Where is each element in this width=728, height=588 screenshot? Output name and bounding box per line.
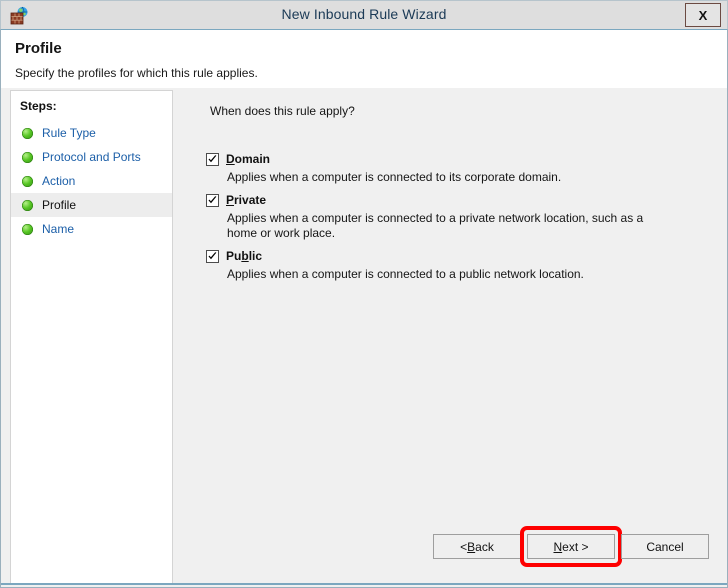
label-rest: rivate <box>234 193 266 207</box>
option-private-label: Private <box>226 193 266 207</box>
option-public: Public Applies when a computer is connec… <box>206 249 709 282</box>
title-bar: New Inbound Rule Wizard X <box>0 0 728 29</box>
btn-post: ack <box>475 540 494 554</box>
profile-options-group: Domain Applies when a computer is connec… <box>206 152 709 290</box>
next-button-wrapper: Next > <box>527 534 615 559</box>
label-rest: omain <box>235 152 270 166</box>
public-checkbox[interactable] <box>206 250 219 263</box>
steps-list: Rule Type Protocol and Ports Action Prof… <box>11 121 172 241</box>
accel-char: N <box>553 540 562 554</box>
close-icon[interactable]: X <box>685 3 721 27</box>
btn-pre: Cancel <box>646 540 683 554</box>
steps-sidebar: Steps: Rule Type Protocol and Ports Acti… <box>10 90 173 585</box>
back-button[interactable]: < Back <box>433 534 521 559</box>
sidebar-item-label: Action <box>42 174 75 188</box>
checkmark-icon <box>207 154 218 165</box>
btn-post: ext > <box>562 540 588 554</box>
option-domain-description: Applies when a computer is connected to … <box>227 170 657 185</box>
cancel-button[interactable]: Cancel <box>621 534 709 559</box>
accel-char: B <box>467 540 475 554</box>
option-private: Private Applies when a computer is conne… <box>206 193 709 241</box>
sidebar-item-label: Name <box>42 222 74 236</box>
step-bullet-icon <box>22 152 33 163</box>
page-title: Profile <box>15 40 62 57</box>
option-public-row[interactable]: Public <box>206 249 709 263</box>
steps-heading: Steps: <box>20 99 57 113</box>
domain-checkbox[interactable] <box>206 153 219 166</box>
sidebar-item-rule-type[interactable]: Rule Type <box>11 121 172 145</box>
sidebar-item-action[interactable]: Action <box>11 169 172 193</box>
accel-char: b <box>241 249 248 263</box>
label-pre: Pu <box>226 249 241 263</box>
wizard-window: New Inbound Rule Wizard X Profile Specif… <box>0 0 728 588</box>
bottom-accent-line <box>1 583 727 585</box>
label-rest: lic <box>249 249 262 263</box>
sidebar-item-protocol-and-ports[interactable]: Protocol and Ports <box>11 145 172 169</box>
page-subtitle: Specify the profiles for which this rule… <box>15 66 258 80</box>
private-checkbox[interactable] <box>206 194 219 207</box>
question-label: When does this rule apply? <box>210 104 355 118</box>
btn-pre: < <box>460 540 467 554</box>
option-private-description: Applies when a computer is connected to … <box>227 211 657 241</box>
wizard-footer: < Back Next > Cancel <box>433 534 709 559</box>
step-bullet-icon <box>22 200 33 211</box>
step-bullet-icon <box>22 176 33 187</box>
option-public-description: Applies when a computer is connected to … <box>227 267 657 282</box>
accel-char: D <box>226 152 235 166</box>
wizard-content: When does this rule apply? Domain Applie… <box>179 90 719 577</box>
option-domain-row[interactable]: Domain <box>206 152 709 166</box>
wizard-body: Steps: Rule Type Protocol and Ports Acti… <box>1 88 727 585</box>
window-title: New Inbound Rule Wizard <box>1 6 727 22</box>
option-public-label: Public <box>226 249 262 263</box>
option-domain: Domain Applies when a computer is connec… <box>206 152 709 185</box>
sidebar-item-label: Protocol and Ports <box>42 150 141 164</box>
option-domain-label: Domain <box>226 152 270 166</box>
checkmark-icon <box>207 251 218 262</box>
sidebar-item-label: Rule Type <box>42 126 96 140</box>
step-bullet-icon <box>22 224 33 235</box>
step-bullet-icon <box>22 128 33 139</box>
wizard-header: Profile Specify the profiles for which t… <box>1 29 727 88</box>
next-button[interactable]: Next > <box>527 534 615 559</box>
option-private-row[interactable]: Private <box>206 193 709 207</box>
checkmark-icon <box>207 195 218 206</box>
accel-char: P <box>226 193 234 207</box>
sidebar-item-profile[interactable]: Profile <box>11 193 172 217</box>
sidebar-item-name[interactable]: Name <box>11 217 172 241</box>
sidebar-item-label: Profile <box>42 198 76 212</box>
